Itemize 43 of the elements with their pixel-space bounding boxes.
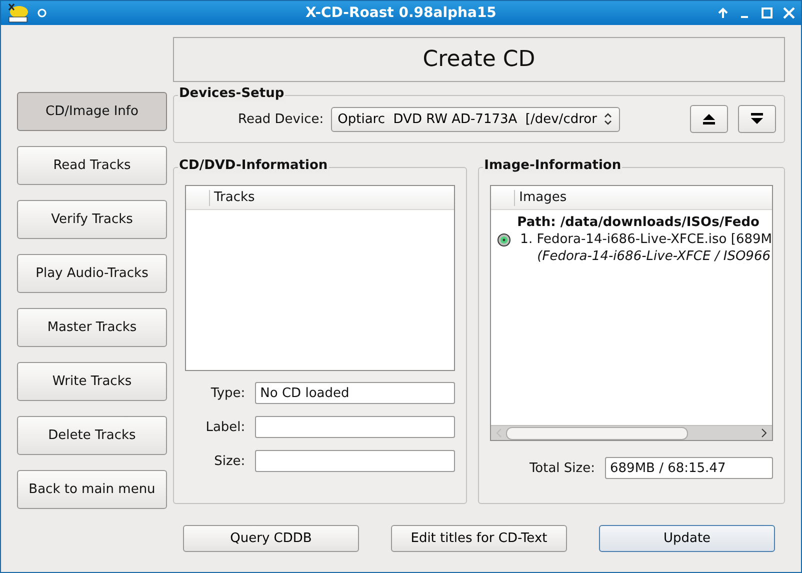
scroll-right-icon[interactable] bbox=[760, 428, 768, 438]
input-field[interactable] bbox=[255, 450, 456, 472]
sidebar-button[interactable]: Verify Tracks bbox=[17, 200, 167, 239]
sidebar-button[interactable]: Write Tracks bbox=[17, 362, 167, 401]
input-field[interactable]: No CD loaded bbox=[255, 382, 456, 404]
load-button[interactable] bbox=[738, 105, 776, 133]
page-header: Create CD bbox=[173, 37, 785, 82]
list-item: 1. Fedora-14-i686-Live-XFCE.iso [689M bbox=[519, 232, 772, 247]
load-icon bbox=[749, 112, 765, 126]
list-item: Path: /data/downloads/ISOs/Fedo bbox=[517, 215, 760, 230]
field-label: Label: bbox=[206, 420, 246, 434]
input-field[interactable]: 689MB / 68:15.47 bbox=[605, 457, 773, 479]
close-icon[interactable] bbox=[783, 7, 795, 19]
menu-icon[interactable] bbox=[37, 8, 47, 18]
action-button[interactable]: Query CDDB bbox=[183, 525, 359, 552]
list-item: (Fedora-14-i686-Live-XFCE / ISO966 bbox=[536, 249, 770, 264]
app-logo-icon bbox=[7, 3, 29, 23]
disc-icon bbox=[497, 232, 512, 246]
sidebar-button[interactable]: Master Tracks bbox=[17, 308, 167, 347]
keep-above-icon[interactable] bbox=[717, 7, 729, 19]
eject-icon bbox=[701, 112, 717, 126]
sidebar-button[interactable]: Delete Tracks bbox=[17, 416, 167, 455]
tracks-list[interactable]: Tracks bbox=[185, 185, 456, 371]
sidebar-button[interactable]: Read Tracks bbox=[17, 146, 167, 185]
action-button[interactable]: Edit titles for CD-Text bbox=[391, 525, 567, 552]
field-label: Read Device: bbox=[238, 112, 324, 126]
field-label: Total Size: bbox=[529, 460, 595, 476]
window-title: X-CD-Roast 0.98alpha15 bbox=[304, 5, 498, 21]
sidebar-button[interactable]: Back to main menu bbox=[17, 470, 167, 509]
images-list[interactable]: Images Path: /data/downloads/ISOs/Fedo 1. Fedora-14-i686-Live-XFCE.iso [689M (Fedora-14-i686-Live-XFCE / ISO966 bbox=[490, 185, 773, 441]
device-dropdown[interactable]: Optiarc DVD RW AD-7173A [/dev/cdror bbox=[330, 106, 620, 132]
sidebar-button[interactable]: CD/Image Info bbox=[17, 92, 167, 131]
field-label: Size: bbox=[214, 454, 246, 468]
maximize-icon[interactable] bbox=[761, 7, 773, 19]
sidebar-button[interactable]: Play Audio-Tracks bbox=[17, 254, 167, 293]
frame-title: Image-Information bbox=[483, 158, 622, 174]
field-label: Type: bbox=[210, 386, 246, 400]
frame-title: Devices-Setup bbox=[178, 86, 286, 102]
action-button[interactable]: Update bbox=[599, 525, 775, 552]
eject-button[interactable] bbox=[690, 105, 728, 133]
horizontal-scrollbar[interactable] bbox=[491, 425, 772, 440]
up-down-arrows-icon bbox=[602, 112, 613, 126]
input-field[interactable] bbox=[255, 416, 456, 438]
